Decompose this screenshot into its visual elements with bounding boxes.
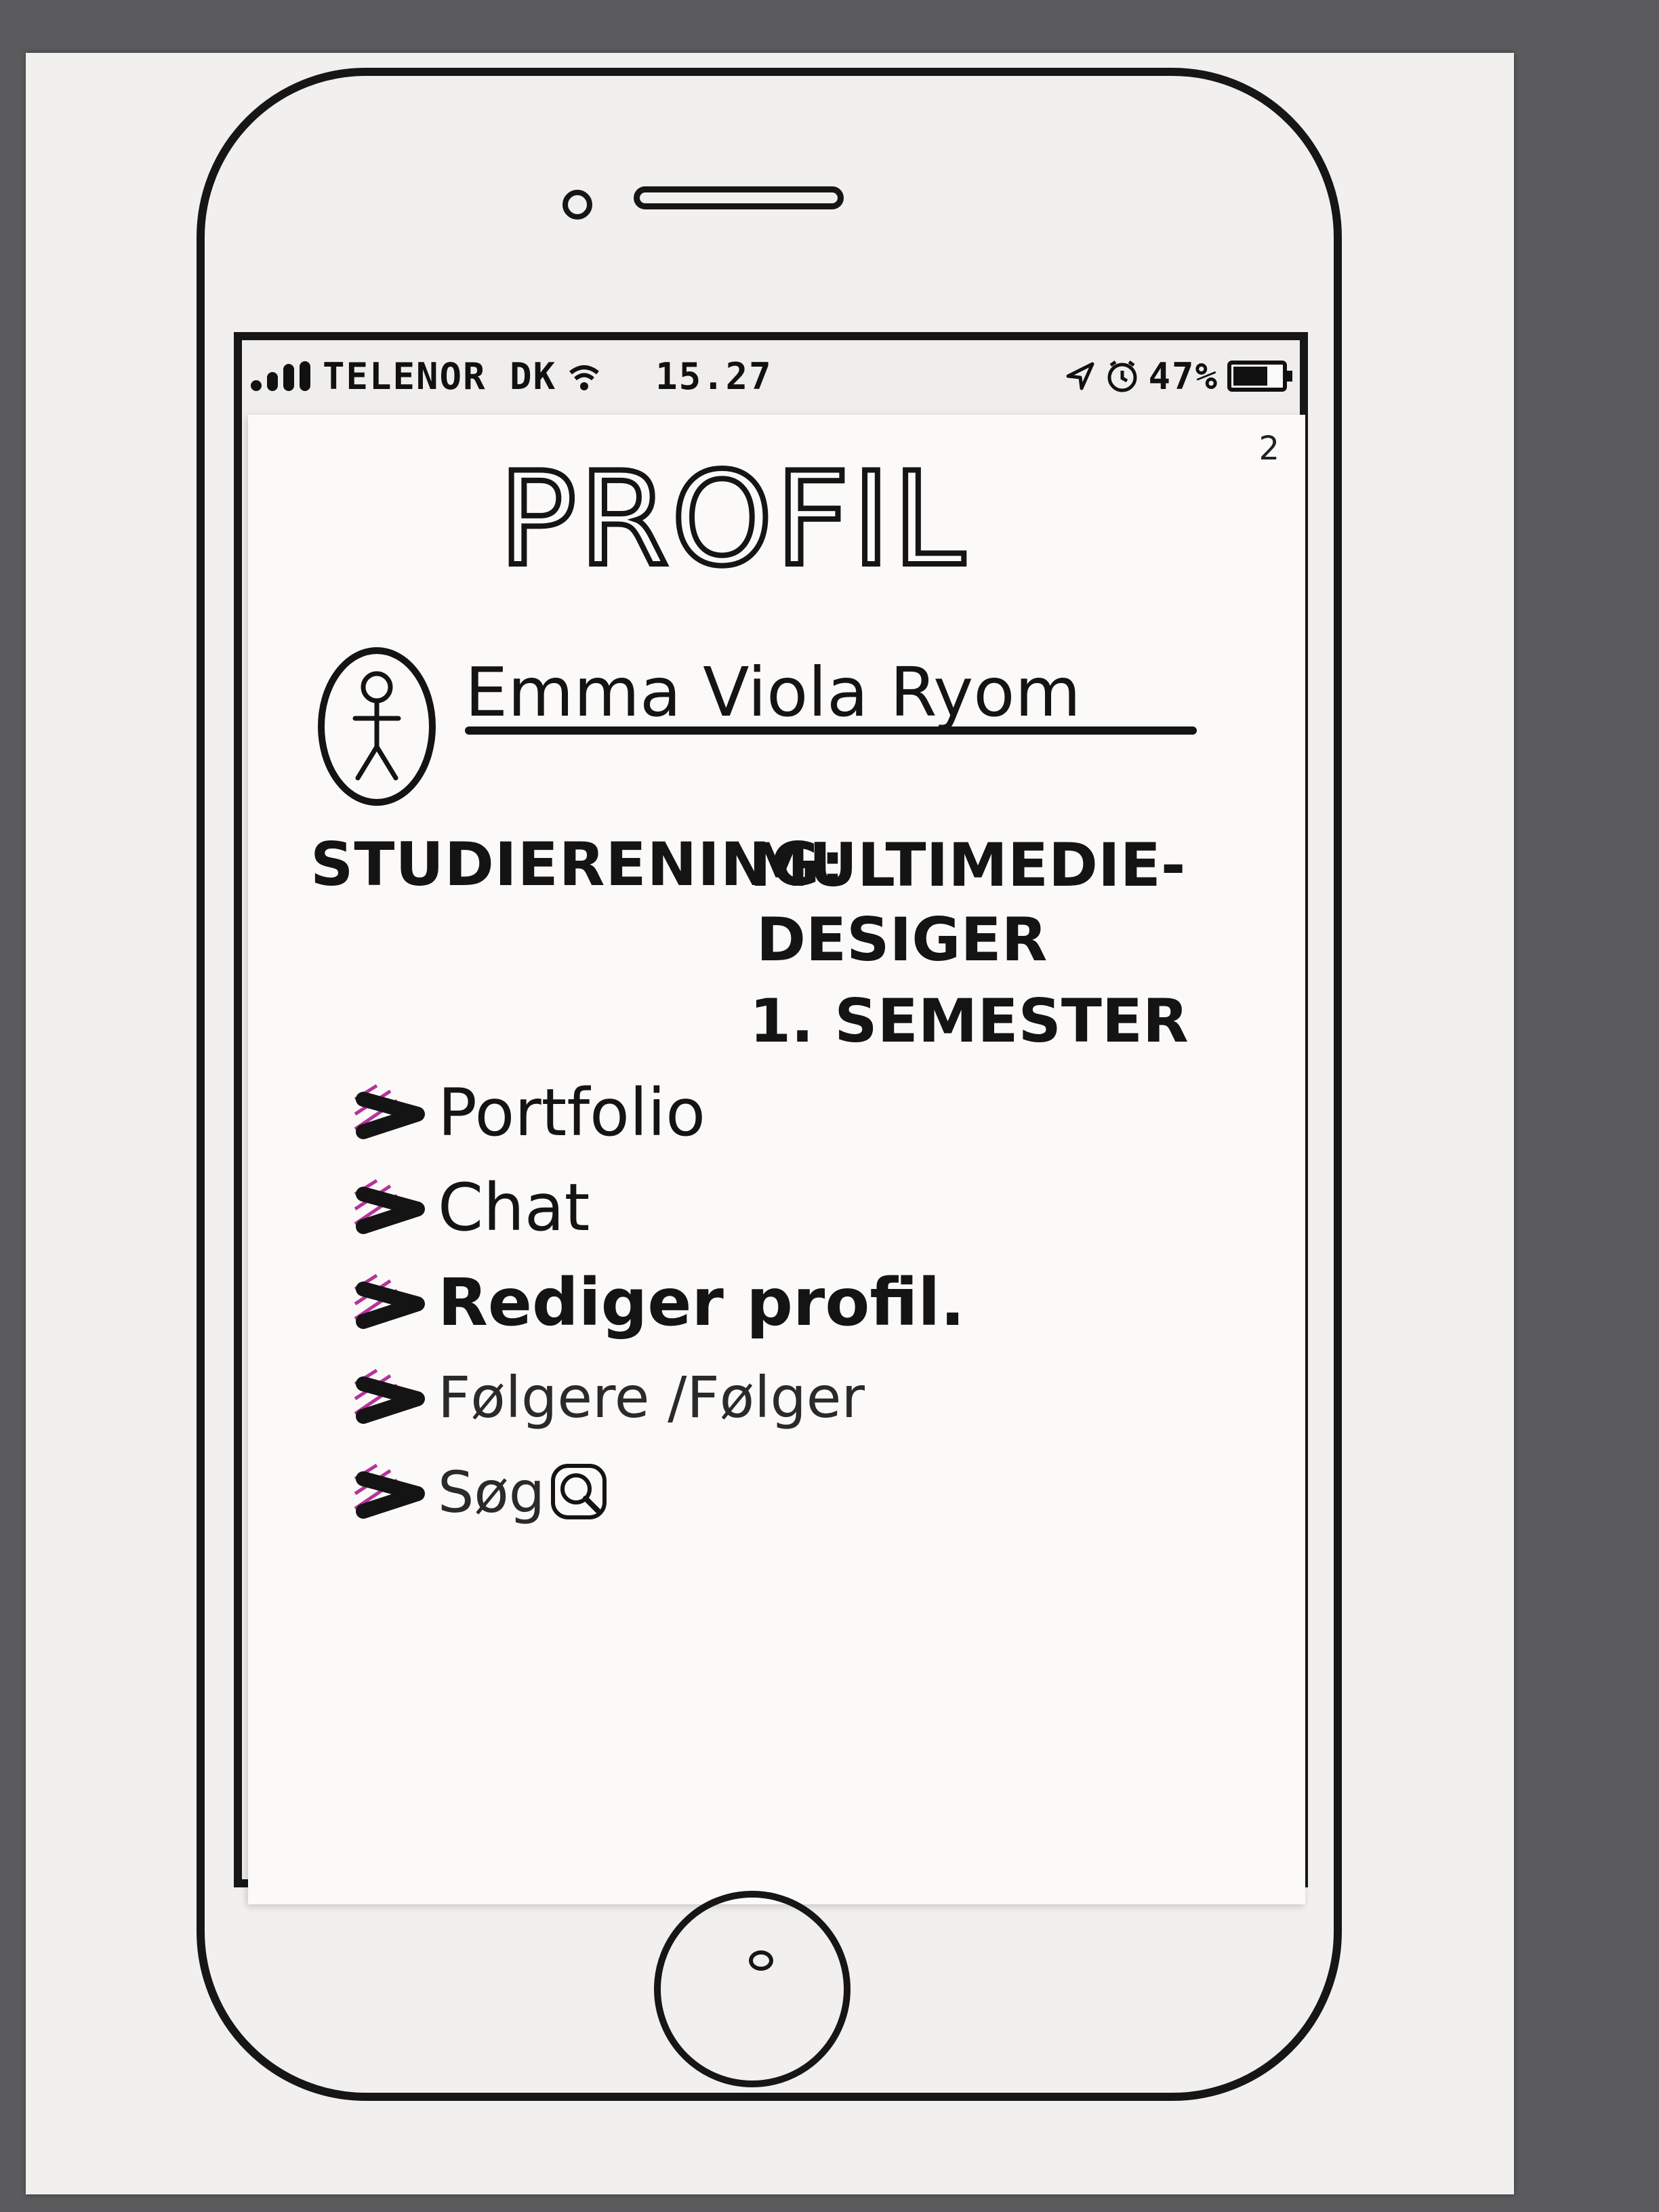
battery-icon bbox=[1227, 361, 1292, 392]
menu-label: Rediger profil. bbox=[438, 1265, 965, 1340]
alarm-icon bbox=[1107, 360, 1137, 392]
study-value-line: MULTIMEDIE- bbox=[750, 830, 1186, 900]
chevron-right-icon bbox=[354, 1084, 425, 1139]
profile-menu: Portfolio Chat Rediger profil. Følgere /… bbox=[350, 1065, 965, 1540]
home-button[interactable] bbox=[654, 1891, 851, 2087]
chevron-right-icon bbox=[354, 1179, 425, 1234]
avatar[interactable] bbox=[316, 645, 438, 808]
signal-icon bbox=[251, 361, 310, 391]
user-name: Emma Viola Ryom bbox=[465, 653, 1081, 732]
location-icon bbox=[1066, 362, 1094, 390]
study-value-line: DESIGER bbox=[756, 905, 1048, 975]
wifi-icon bbox=[569, 365, 599, 390]
menu-label: Følgere /Følger bbox=[438, 1364, 865, 1431]
chevron-right-icon bbox=[354, 1273, 425, 1329]
menu-item-chat[interactable]: Chat bbox=[350, 1160, 965, 1255]
page-number: 2 bbox=[1258, 430, 1279, 468]
study-value-line: 1. SEMESTER bbox=[750, 986, 1189, 1056]
speaker-grille bbox=[634, 186, 844, 209]
home-button-dot bbox=[749, 1950, 773, 1971]
chevron-right-icon bbox=[354, 1368, 425, 1424]
camera-icon bbox=[562, 190, 592, 220]
menu-item-portfolio[interactable]: Portfolio bbox=[350, 1065, 965, 1160]
search-icon[interactable] bbox=[549, 1462, 610, 1523]
menu-item-edit-profile[interactable]: Rediger profil. bbox=[350, 1255, 965, 1350]
name-underline bbox=[465, 726, 1197, 735]
clock-time: 15.27 bbox=[655, 354, 773, 398]
menu-label: Chat bbox=[438, 1170, 590, 1246]
carrier-label: TELENOR DK bbox=[323, 354, 557, 398]
study-value: MULTIMEDIE- DESIGER 1. SEMESTER bbox=[750, 828, 1189, 1059]
menu-item-search[interactable]: Søg bbox=[350, 1445, 965, 1540]
menu-label: Portfolio bbox=[438, 1075, 705, 1151]
profile-card: 2 PROFIL Emma Viola Ryom STUDIERENING: M… bbox=[248, 415, 1305, 1904]
battery-percent: 47% bbox=[1148, 354, 1218, 398]
status-bar: TELENOR DK 15.27 47% bbox=[251, 346, 1294, 407]
page-title: PROFIL bbox=[496, 445, 968, 594]
menu-label: Søg bbox=[438, 1459, 546, 1525]
chevron-right-icon bbox=[354, 1463, 425, 1519]
menu-item-followers[interactable]: Følgere /Følger bbox=[350, 1350, 965, 1445]
